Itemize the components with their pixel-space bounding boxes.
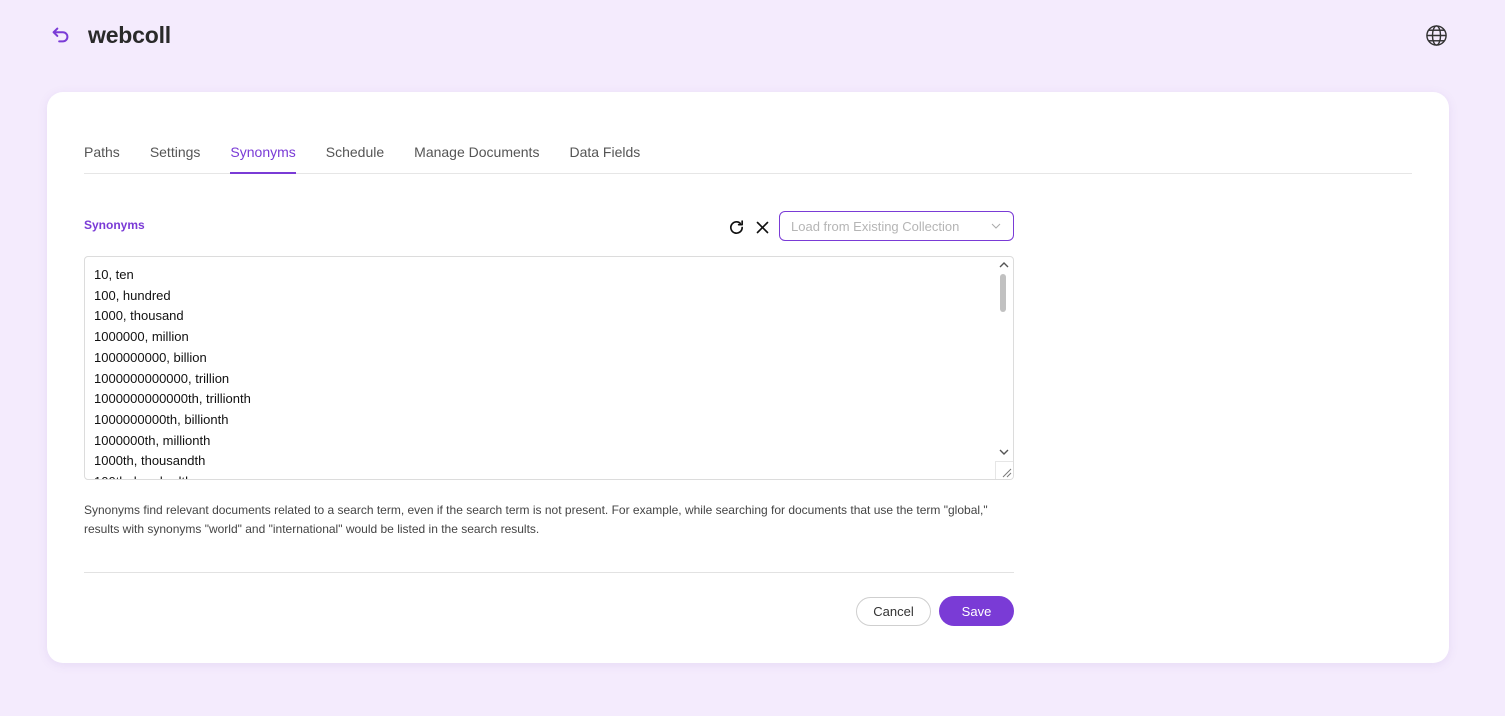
load-collection-select[interactable]: Load from Existing Collection xyxy=(779,211,1014,241)
save-button[interactable]: Save xyxy=(939,596,1014,626)
synonyms-section-label: Synonyms xyxy=(84,218,145,232)
collection-card: Paths Settings Synonyms Schedule Manage … xyxy=(47,92,1449,663)
back-arrow-icon xyxy=(52,27,69,43)
back-button[interactable] xyxy=(49,23,73,47)
synonym-line: 1000000, million xyxy=(94,329,189,345)
resize-handle[interactable] xyxy=(995,461,1013,479)
synonym-line: 1000000000000th, trillionth xyxy=(94,391,251,407)
close-icon xyxy=(756,221,768,233)
scroll-up-icon[interactable] xyxy=(999,261,1009,269)
synonym-line: 1000000000000, trillion xyxy=(94,370,230,386)
refresh-button[interactable] xyxy=(727,218,745,236)
tab-synonyms[interactable]: Synonyms xyxy=(230,144,297,174)
language-button[interactable] xyxy=(1424,23,1448,47)
synonyms-text[interactable]: 10, ten 100, hundred 1000, thousand 1000000… xyxy=(94,265,994,479)
synonym-line: 1000000000th, billionth xyxy=(94,411,229,427)
synonyms-help-text: Synonyms find relevant documents related… xyxy=(84,503,988,536)
synonyms-textarea[interactable]: 10, ten 100, hundred 1000, thousand 1000000… xyxy=(84,256,1014,480)
tab-schedule[interactable]: Schedule xyxy=(326,144,384,173)
tab-settings[interactable]: Settings xyxy=(150,144,201,173)
synonym-line: 100, hundred xyxy=(94,287,171,303)
chevron-down-icon xyxy=(991,223,1001,229)
cancel-button[interactable]: Cancel xyxy=(856,597,931,626)
textarea-scrollbar[interactable] xyxy=(995,257,1013,463)
actions-divider xyxy=(84,572,1014,573)
synonym-line: 1000th, thousandth xyxy=(94,453,206,469)
globe-icon xyxy=(1425,24,1447,46)
synonym-line: 1000000000, billion xyxy=(94,349,207,365)
resize-grip-icon xyxy=(1002,468,1012,478)
tab-paths[interactable]: Paths xyxy=(84,144,120,173)
refresh-icon xyxy=(729,219,743,234)
app-title: webcoll xyxy=(88,22,171,48)
synonym-line: 10, ten xyxy=(94,267,134,282)
scroll-thumb[interactable] xyxy=(1000,274,1006,312)
load-collection-placeholder: Load from Existing Collection xyxy=(791,218,960,234)
tab-data-fields[interactable]: Data Fields xyxy=(569,144,640,173)
top-bar: webcoll xyxy=(0,0,1505,72)
scroll-down-icon[interactable] xyxy=(999,448,1009,456)
tab-manage-documents[interactable]: Manage Documents xyxy=(414,144,539,173)
synonym-line: 100th, hundredth xyxy=(94,472,994,479)
tab-bar: Paths Settings Synonyms Schedule Manage … xyxy=(84,92,1412,174)
clear-button[interactable] xyxy=(753,218,771,236)
synonym-line: 1000000th, millionth xyxy=(94,432,211,448)
synonym-line: 1000, thousand xyxy=(94,308,184,324)
